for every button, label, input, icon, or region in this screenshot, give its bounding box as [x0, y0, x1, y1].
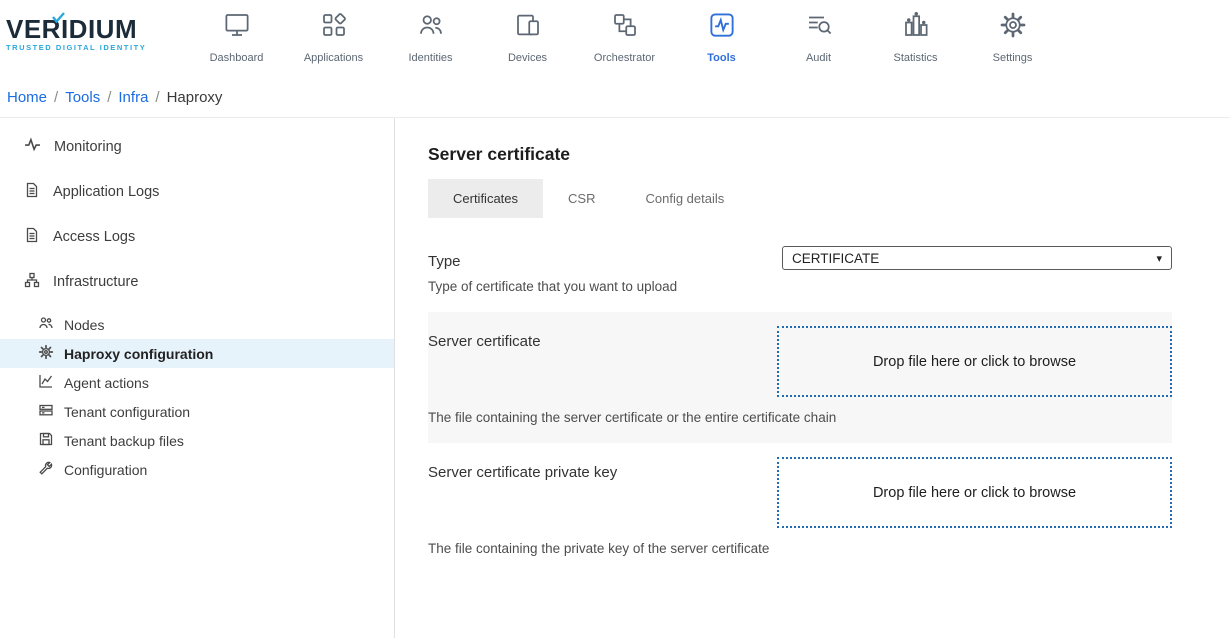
- infrastructure-icon: [24, 272, 40, 292]
- sidebar-item-tenant-backup-files[interactable]: Tenant backup files: [0, 426, 394, 455]
- document-icon: [24, 227, 40, 247]
- gear-icon: [38, 344, 54, 363]
- breadcrumb-infra[interactable]: Infra: [118, 89, 148, 106]
- sidebar-item-label: Haproxy configuration: [64, 346, 213, 362]
- private-key-label: Server certificate private key: [428, 464, 617, 481]
- sidebar-item-haproxy-configuration[interactable]: Haproxy configuration: [0, 339, 394, 368]
- nav-label: Orchestrator: [594, 52, 655, 64]
- nav-item-statistics[interactable]: Statistics: [867, 0, 964, 64]
- sidebar-item-label: Access Logs: [53, 229, 135, 245]
- sidebar-item-label: Tenant backup files: [64, 433, 184, 449]
- nav-label: Settings: [993, 52, 1033, 64]
- server-icon: [38, 402, 54, 421]
- type-row: Type Type of certificate that you want t…: [428, 232, 1172, 312]
- breadcrumb: Home / Tools / Infra / Haproxy: [0, 77, 1230, 118]
- identities-icon: [416, 10, 446, 45]
- sidebar-item-label: Monitoring: [54, 139, 122, 155]
- chart-icon: [38, 373, 54, 392]
- sidebar-item-label: Configuration: [64, 462, 147, 478]
- type-helper: Type of certificate that you want to upl…: [428, 279, 677, 294]
- document-icon: [24, 182, 40, 202]
- tools-icon: [707, 10, 737, 45]
- nav-item-dashboard[interactable]: Dashboard: [188, 0, 285, 64]
- breadcrumb-separator: /: [54, 89, 58, 106]
- chevron-down-icon: ▾: [1156, 252, 1162, 265]
- tab-certificates[interactable]: Certificates: [428, 179, 543, 218]
- statistics-icon: [901, 10, 931, 45]
- breadcrumb-separator: /: [155, 89, 159, 106]
- nav-label: Applications: [304, 52, 363, 64]
- server-certificate-row: Server certificate Drop file here or cli…: [428, 312, 1172, 443]
- breadcrumb-current: Haproxy: [167, 89, 223, 106]
- monitoring-icon: [24, 136, 41, 157]
- main-panel: Server certificate Certificates CSR Conf…: [395, 118, 1230, 638]
- dashboard-icon: [222, 10, 252, 45]
- save-icon: [38, 431, 54, 450]
- sidebar-item-access-logs[interactable]: Access Logs: [0, 214, 394, 259]
- nav-item-devices[interactable]: Devices: [479, 0, 576, 64]
- sidebar-item-application-logs[interactable]: Application Logs: [0, 169, 394, 214]
- type-select[interactable]: CERTIFICATE ▾: [782, 246, 1172, 270]
- sidebar-item-label: Tenant configuration: [64, 404, 190, 420]
- wrench-icon: [38, 460, 54, 479]
- nav-item-identities[interactable]: Identities: [382, 0, 479, 64]
- type-select-value: CERTIFICATE: [792, 251, 879, 266]
- sidebar: Monitoring Application Logs: [0, 118, 395, 638]
- tabs: Certificates CSR Config details: [428, 179, 1206, 218]
- nodes-icon: [38, 315, 54, 334]
- page-title: Server certificate: [428, 144, 1206, 165]
- top-bar: VERIDIUM TRUSTED DIGITAL IDENTITY Dashbo…: [0, 0, 1230, 77]
- dropzone-text: Drop file here or click to browse: [873, 485, 1076, 501]
- brand-tagline: TRUSTED DIGITAL IDENTITY: [6, 43, 158, 52]
- sidebar-item-label: Nodes: [64, 317, 104, 333]
- applications-icon: [319, 10, 349, 45]
- certificate-form: Type Type of certificate that you want t…: [428, 232, 1172, 574]
- server-certificate-helper: The file containing the server certifica…: [428, 410, 1172, 425]
- sidebar-infrastructure-group: Nodes: [0, 310, 394, 484]
- sidebar-item-configuration[interactable]: Configuration: [0, 455, 394, 484]
- sidebar-item-tenant-configuration[interactable]: Tenant configuration: [0, 397, 394, 426]
- nav-item-tools[interactable]: Tools: [673, 0, 770, 64]
- breadcrumb-separator: /: [107, 89, 111, 106]
- nav-label: Statistics: [893, 52, 937, 64]
- nav-item-orchestrator[interactable]: Orchestrator: [576, 0, 673, 64]
- orchestrator-icon: [610, 10, 640, 45]
- primary-nav: Dashboard Applications: [188, 0, 1061, 64]
- sidebar-item-label: Agent actions: [64, 375, 149, 391]
- nav-label: Tools: [707, 52, 736, 64]
- nav-item-settings[interactable]: Settings: [964, 0, 1061, 64]
- sidebar-item-infrastructure[interactable]: Infrastructure: [0, 259, 394, 304]
- devices-icon: [513, 10, 543, 45]
- audit-icon: [804, 10, 834, 45]
- nav-label: Audit: [806, 52, 831, 64]
- breadcrumb-tools[interactable]: Tools: [65, 89, 100, 106]
- veridium-logo[interactable]: VERIDIUM TRUSTED DIGITAL IDENTITY: [6, 16, 158, 52]
- content-area: Monitoring Application Logs: [0, 118, 1230, 638]
- dropzone-text: Drop file here or click to browse: [873, 354, 1076, 370]
- type-label: Type: [428, 253, 677, 270]
- nav-label: Devices: [508, 52, 547, 64]
- settings-icon: [998, 10, 1028, 45]
- nav-item-applications[interactable]: Applications: [285, 0, 382, 64]
- tab-config-details[interactable]: Config details: [620, 179, 749, 218]
- sidebar-item-agent-actions[interactable]: Agent actions: [0, 368, 394, 397]
- sidebar-item-label: Infrastructure: [53, 274, 138, 290]
- nav-item-audit[interactable]: Audit: [770, 0, 867, 64]
- nav-label: Dashboard: [210, 52, 264, 64]
- sidebar-item-label: Application Logs: [53, 184, 159, 200]
- nav-label: Identities: [408, 52, 452, 64]
- tab-csr[interactable]: CSR: [543, 179, 620, 218]
- private-key-dropzone[interactable]: Drop file here or click to browse: [777, 457, 1172, 528]
- server-certificate-dropzone[interactable]: Drop file here or click to browse: [777, 326, 1172, 397]
- brand-name: VERIDIUM: [6, 16, 158, 42]
- private-key-row: Server certificate private key Drop file…: [428, 443, 1172, 574]
- brand-check-icon: [52, 12, 65, 23]
- breadcrumb-home[interactable]: Home: [7, 89, 47, 106]
- sidebar-item-monitoring[interactable]: Monitoring: [0, 124, 394, 169]
- sidebar-item-nodes[interactable]: Nodes: [0, 310, 394, 339]
- private-key-helper: The file containing the private key of t…: [428, 541, 1172, 556]
- server-certificate-label: Server certificate: [428, 333, 541, 350]
